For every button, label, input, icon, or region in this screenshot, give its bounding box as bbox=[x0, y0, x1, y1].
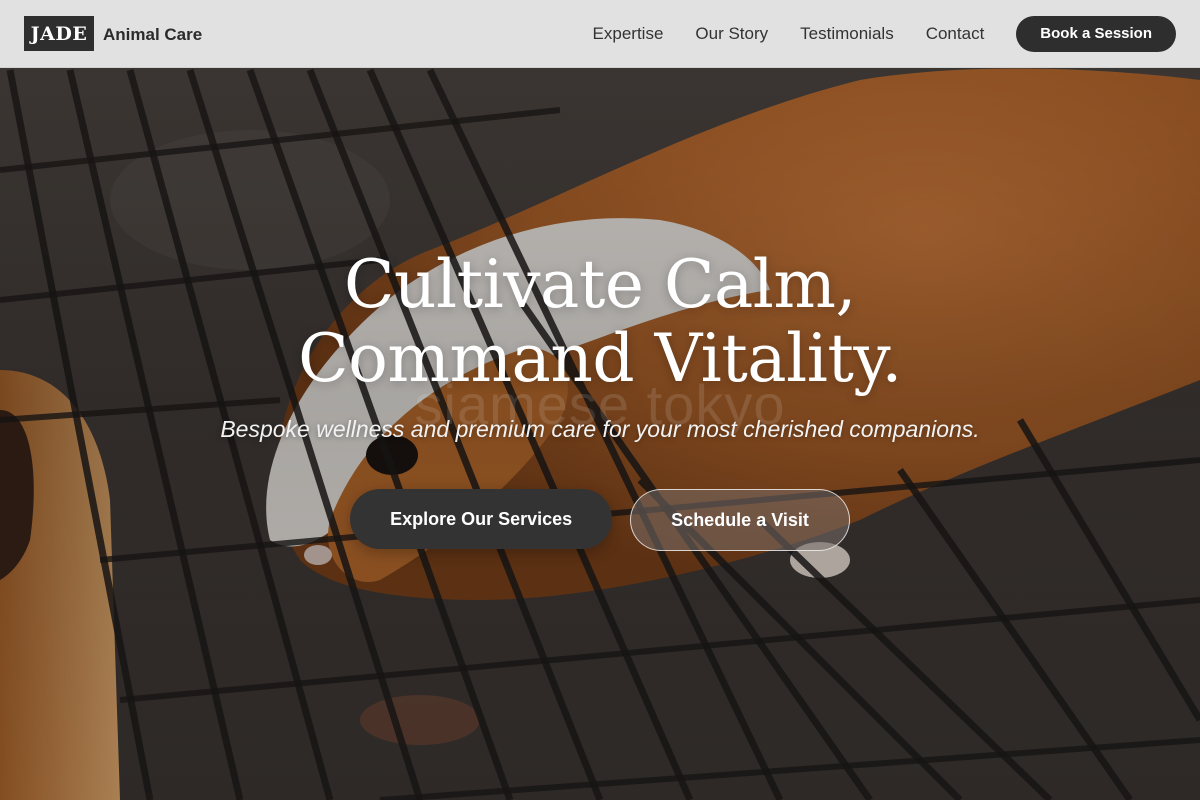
hero-actions: Explore Our Services Schedule a Visit bbox=[0, 489, 1200, 551]
book-session-button[interactable]: Book a Session bbox=[1016, 15, 1176, 52]
nav-link-our-story[interactable]: Our Story bbox=[695, 24, 768, 44]
hero-title: Cultivate Calm, Command Vitality. bbox=[0, 248, 1200, 396]
logo-mark[interactable]: JADE bbox=[24, 16, 94, 51]
nav-link-expertise[interactable]: Expertise bbox=[593, 24, 664, 44]
hero-title-line-1: Cultivate Calm, bbox=[344, 246, 856, 323]
nav-link-contact[interactable]: Contact bbox=[926, 24, 985, 44]
main-nav: Expertise Our Story Testimonials Contact… bbox=[593, 15, 1176, 52]
schedule-visit-button[interactable]: Schedule a Visit bbox=[630, 489, 850, 551]
site-header: JADE Animal Care Expertise Our Story Tes… bbox=[0, 0, 1200, 68]
hero-subtitle: Bespoke wellness and premium care for yo… bbox=[220, 416, 980, 442]
hero-title-line-2: Command Vitality. bbox=[298, 320, 902, 397]
hero-section: Cultivate Calm, Command Vitality. Bespok… bbox=[0, 248, 1200, 551]
nav-link-testimonials[interactable]: Testimonials bbox=[800, 24, 894, 44]
explore-services-button[interactable]: Explore Our Services bbox=[350, 489, 613, 549]
logo-text[interactable]: Animal Care bbox=[103, 25, 202, 45]
